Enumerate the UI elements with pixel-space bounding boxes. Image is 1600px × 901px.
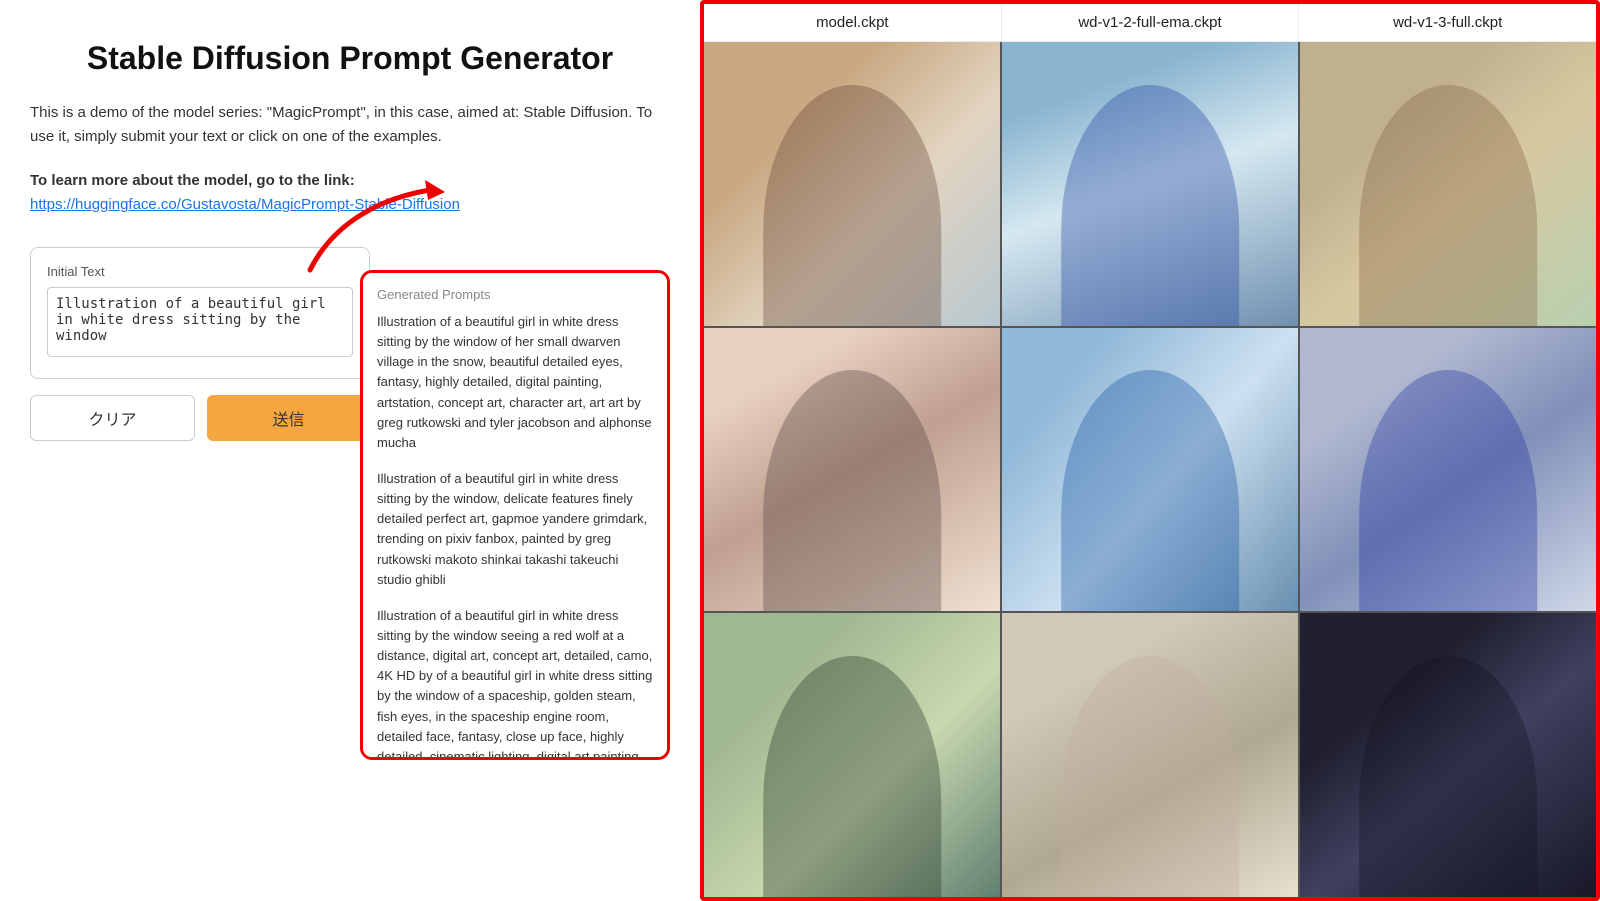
prompt-1: Illustration of a beautiful girl in whit…: [377, 312, 653, 453]
input-label: Initial Text: [47, 264, 353, 279]
grid-cell-6: [1300, 328, 1596, 612]
generated-prompts-title: Generated Prompts: [377, 287, 653, 302]
grid-cell-7: [704, 613, 1000, 897]
learn-more-text: To learn more about the model, go to the…: [30, 169, 670, 217]
learn-more-link[interactable]: https://huggingface.co/Gustavosta/MagicP…: [30, 196, 460, 213]
clear-button[interactable]: クリア: [30, 395, 195, 441]
grid-cell-8: [1002, 613, 1298, 897]
initial-text-input[interactable]: Illustration of a beautiful girl in whit…: [47, 287, 353, 357]
right-panel: model.ckpt wd-v1-2-full-ema.ckpt wd-v1-3…: [700, 0, 1600, 901]
grid-cell-1: [704, 42, 1000, 326]
button-row: クリア 送信: [30, 395, 370, 441]
model-header-1: model.ckpt: [704, 4, 1002, 41]
grid-cell-9: [1300, 613, 1596, 897]
prompt-2: Illustration of a beautiful girl in whit…: [377, 469, 653, 590]
left-panel: Stable Diffusion Prompt Generator This i…: [0, 0, 700, 901]
model-header: model.ckpt wd-v1-2-full-ema.ckpt wd-v1-3…: [704, 4, 1596, 42]
grid-cell-4: [704, 328, 1000, 612]
prompt-3: Illustration of a beautiful girl in whit…: [377, 606, 653, 760]
grid-cell-5: [1002, 328, 1298, 612]
submit-button[interactable]: 送信: [207, 395, 370, 441]
page-title: Stable Diffusion Prompt Generator: [30, 40, 670, 77]
input-section: Initial Text Illustration of a beautiful…: [30, 247, 370, 379]
grid-cell-3: [1300, 42, 1596, 326]
grid-cell-2: [1002, 42, 1298, 326]
model-header-2: wd-v1-2-full-ema.ckpt: [1002, 4, 1300, 41]
image-grid: [704, 42, 1596, 897]
model-header-3: wd-v1-3-full.ckpt: [1299, 4, 1596, 41]
generated-prompts-box: Generated Prompts Illustration of a beau…: [360, 270, 670, 760]
description: This is a demo of the model series: "Mag…: [30, 101, 670, 149]
